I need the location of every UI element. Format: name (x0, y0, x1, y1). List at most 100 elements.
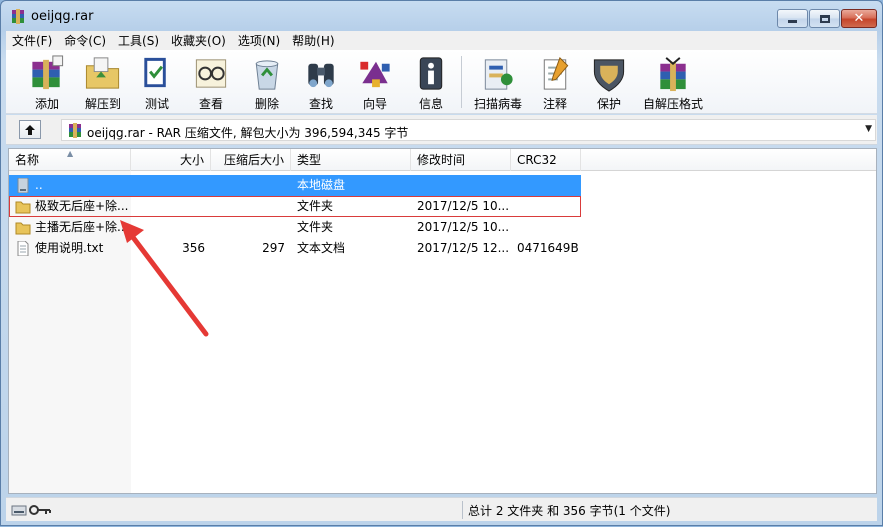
file-list[interactable]: 名称 ▲ 大小 压缩后大小 类型 修改时间 CRC32 .. 本地磁盘 极致无后… (8, 148, 877, 494)
file-name: 使用说明.txt (35, 241, 104, 255)
view-glasses-icon (195, 59, 227, 88)
file-size: 356 (182, 241, 205, 255)
find-label: 查找 (308, 97, 333, 111)
file-name: 主播无后座+除... (35, 220, 129, 234)
comment-notepad-icon (543, 57, 569, 90)
folder-icon (15, 222, 31, 235)
status-summary: 总计 2 文件夹 和 356 字节(1 个文件) (468, 504, 671, 518)
column-type[interactable]: 类型 (291, 149, 411, 171)
folder-icon (15, 201, 31, 214)
file-crc (517, 217, 581, 238)
file-crc: 0471649B (517, 241, 579, 255)
virus-scan-button[interactable]: 扫描病毒 (468, 52, 528, 112)
path-field[interactable]: oeijqg.rar - RAR 压缩文件, 解包大小为 396,594,345… (61, 119, 876, 141)
wizard-icon (360, 61, 390, 88)
file-modified: 2017/12/5 10... (417, 220, 510, 234)
winrar-window: oeijqg.rar ✕ 文件(F) 命令(C) 工具(S) 收藏夹(O) 选项… (0, 0, 883, 526)
maximize-button[interactable] (809, 9, 840, 28)
comment-button[interactable]: 注释 (532, 52, 578, 112)
file-type: 文件夹 (297, 199, 334, 213)
add-label: 添加 (34, 97, 59, 111)
sfx-archive-icon (660, 57, 686, 92)
add-archive-icon (32, 55, 64, 90)
sfx-label: 自解压格式 (642, 97, 703, 111)
minimize-button[interactable] (777, 9, 808, 28)
view-button[interactable]: 查看 (188, 52, 234, 112)
menu-favorites[interactable]: 收藏夹(O) (165, 32, 232, 49)
column-modified[interactable]: 修改时间 (411, 149, 511, 171)
rar-archive-icon (69, 123, 81, 138)
table-row[interactable]: 主播无后座+除... 文件夹 2017/12/5 10... (9, 217, 581, 238)
wizard-label: 向导 (362, 97, 387, 111)
file-crc (517, 196, 581, 217)
table-row[interactable]: 极致无后座+除... 文件夹 2017/12/5 10... (9, 196, 581, 217)
file-packed (211, 175, 285, 196)
menu-help[interactable]: 帮助(H) (286, 32, 340, 49)
status-divider (462, 501, 463, 519)
window-title: oeijqg.rar (31, 9, 94, 24)
file-name: 极致无后座+除... (35, 199, 129, 213)
drive-icon (17, 178, 29, 193)
protect-label: 保护 (596, 97, 621, 111)
file-type: 文本文档 (297, 241, 346, 255)
info-icon (419, 57, 443, 90)
binoculars-icon (308, 63, 334, 88)
file-packed (211, 217, 285, 238)
test-book-icon (144, 57, 166, 88)
comment-label: 注释 (542, 97, 567, 111)
path-dropdown-arrow-icon[interactable]: ▼ (865, 124, 872, 134)
table-row[interactable]: 使用说明.txt 356 297 文本文档 2017/12/5 12... 04… (9, 238, 581, 259)
file-type: 本地磁盘 (297, 178, 346, 192)
extract-to-label: 解压到 (84, 97, 121, 111)
protect-button[interactable]: 保护 (586, 52, 632, 112)
sfx-button[interactable]: 自解压格式 (638, 52, 708, 112)
menu-bar: 文件(F) 命令(C) 工具(S) 收藏夹(O) 选项(N) 帮助(H) (6, 31, 877, 50)
info-button[interactable]: 信息 (408, 52, 454, 112)
file-size (131, 175, 205, 196)
delete-button[interactable]: 删除 (244, 52, 290, 112)
file-modified: 2017/12/5 12... (417, 241, 510, 255)
delete-label: 删除 (254, 97, 279, 111)
close-icon: ✕ (853, 11, 865, 26)
test-button[interactable]: 测试 (134, 52, 180, 112)
virus-scan-icon (484, 59, 513, 90)
menu-file[interactable]: 文件(F) (6, 32, 58, 49)
column-header: 名称 ▲ 大小 压缩后大小 类型 修改时间 CRC32 (9, 149, 876, 171)
column-packed[interactable]: 压缩后大小 (211, 149, 291, 171)
view-label: 查看 (198, 97, 223, 111)
winrar-app-icon (12, 9, 24, 24)
recycle-bin-icon (255, 60, 279, 90)
extract-to-button[interactable]: 解压到 (78, 52, 128, 112)
shield-icon (593, 59, 625, 92)
up-folder-button[interactable] (19, 120, 41, 139)
file-modified (417, 175, 511, 196)
column-name[interactable]: 名称 ▲ (9, 149, 131, 171)
file-name: .. (35, 178, 43, 192)
maximize-icon (819, 14, 830, 23)
column-crc[interactable]: CRC32 (511, 149, 581, 171)
add-button[interactable]: 添加 (22, 52, 72, 112)
title-bar[interactable]: oeijqg.rar ✕ (1, 1, 882, 31)
address-bar: oeijqg.rar - RAR 压缩文件, 解包大小为 396,594,345… (6, 115, 877, 145)
find-button[interactable]: 查找 (298, 52, 344, 112)
extract-folder-icon (85, 57, 120, 89)
file-crc (517, 175, 581, 196)
menu-tools[interactable]: 工具(S) (112, 32, 165, 49)
text-file-icon (17, 241, 29, 256)
table-row[interactable]: .. 本地磁盘 (9, 175, 581, 196)
minimize-icon (788, 20, 797, 23)
menu-commands[interactable]: 命令(C) (58, 32, 112, 49)
file-size (131, 217, 205, 238)
menu-options[interactable]: 选项(N) (232, 32, 286, 49)
info-label: 信息 (418, 97, 443, 111)
file-size (131, 196, 205, 217)
test-label: 测试 (144, 97, 169, 111)
file-modified: 2017/12/5 10... (417, 199, 510, 213)
wizard-button[interactable]: 向导 (352, 52, 398, 112)
status-bar: 总计 2 文件夹 和 356 字节(1 个文件) (6, 497, 877, 521)
file-packed (211, 196, 285, 217)
column-size[interactable]: 大小 (131, 149, 211, 171)
close-button[interactable]: ✕ (841, 9, 877, 28)
column-name-label: 名称 (15, 153, 40, 167)
file-packed: 297 (262, 241, 285, 255)
